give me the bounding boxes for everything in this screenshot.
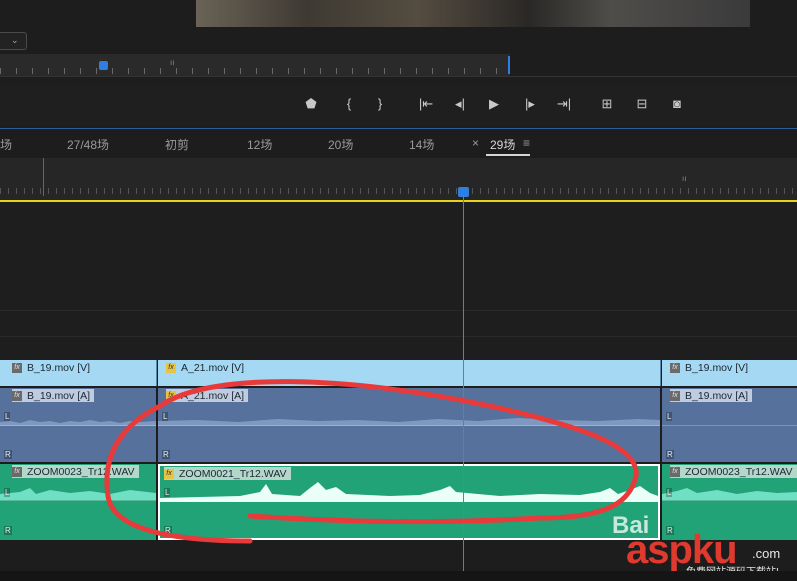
fx-icon: fx bbox=[670, 362, 680, 373]
monitor-ruler-ticks bbox=[0, 68, 510, 74]
video-track-empty[interactable] bbox=[0, 311, 797, 337]
monitor-playhead[interactable] bbox=[99, 61, 108, 70]
lift-icon[interactable]: ⊞ bbox=[597, 95, 617, 113]
tab-20[interactable]: 20场 bbox=[328, 136, 353, 153]
tab-rough-cut[interactable]: 初剪 bbox=[165, 136, 189, 153]
clip-name: B_19.mov [A] bbox=[27, 389, 91, 402]
red-annotation-circle bbox=[104, 379, 639, 544]
fx-icon: fx bbox=[670, 390, 680, 401]
extract-icon[interactable]: ⊟ bbox=[632, 95, 652, 113]
clip-name: B_19.mov [V] bbox=[27, 361, 91, 374]
tab-27-48[interactable]: 27/48场 bbox=[67, 136, 109, 153]
aspku-logo-suffix: .com bbox=[752, 546, 781, 561]
mark-in-icon[interactable]: { bbox=[343, 95, 355, 113]
timeline-ruler-ticks bbox=[0, 188, 797, 194]
clip-name: B_19.mov [V] bbox=[685, 361, 749, 374]
right-channel-label: R bbox=[4, 450, 12, 459]
timeline-scrollbar[interactable] bbox=[0, 571, 797, 581]
monitor-ruler-marker: ıı bbox=[170, 58, 175, 67]
export-frame-icon[interactable]: ◙ bbox=[668, 95, 686, 113]
fx-icon: fx bbox=[670, 466, 680, 477]
sequence-tabs bbox=[0, 128, 797, 157]
fx-icon: fx bbox=[12, 390, 22, 401]
mark-out-icon[interactable]: } bbox=[374, 95, 386, 113]
left-channel-label: L bbox=[4, 488, 11, 497]
step-forward-icon[interactable]: |▸ bbox=[521, 95, 539, 113]
add-marker-icon[interactable]: ⬟ bbox=[304, 95, 318, 113]
clip-name: A_21.mov [V] bbox=[181, 361, 245, 374]
waveform bbox=[662, 488, 797, 500]
fx-icon: fx bbox=[166, 362, 176, 373]
audio-clip[interactable]: fx B_19.mov [A] L R bbox=[662, 388, 797, 462]
ruler-major-tick bbox=[43, 158, 44, 196]
channel-divider bbox=[662, 500, 797, 501]
right-channel-label: R bbox=[4, 526, 12, 535]
clip-name: ZOOM0023_Tr12.WAV bbox=[685, 465, 793, 478]
timeline-ruler-marker: ıı bbox=[682, 174, 687, 183]
video-clip[interactable]: fx B_19.mov [V] bbox=[662, 360, 797, 386]
right-channel-label: R bbox=[666, 450, 674, 459]
video-track-empty[interactable] bbox=[0, 202, 797, 311]
chevron-down-icon: ⌄ bbox=[11, 35, 19, 45]
active-tab-indicator bbox=[486, 154, 530, 156]
tab-menu-icon[interactable]: ≡ bbox=[523, 136, 530, 150]
fx-icon: fx bbox=[12, 466, 22, 477]
channel-divider bbox=[662, 425, 797, 426]
play-icon[interactable]: ▶ bbox=[486, 95, 502, 113]
go-to-out-icon[interactable]: ⇥| bbox=[554, 95, 574, 113]
tab-close-icon[interactable]: × bbox=[472, 136, 479, 150]
tab-29[interactable]: 29场 bbox=[490, 136, 515, 153]
go-to-in-icon[interactable]: |⇤ bbox=[416, 95, 436, 113]
left-channel-label: L bbox=[666, 412, 673, 421]
program-monitor-video bbox=[196, 0, 750, 27]
tab-partial[interactable]: 场 bbox=[0, 136, 12, 153]
video-track-empty[interactable] bbox=[0, 337, 797, 361]
monitor-out-point bbox=[508, 56, 510, 74]
step-back-icon[interactable]: ◂| bbox=[451, 95, 469, 113]
fx-icon: fx bbox=[12, 362, 22, 373]
left-channel-label: L bbox=[666, 488, 673, 497]
left-channel-label: L bbox=[4, 412, 11, 421]
zoom-level-dropdown[interactable]: ⌄ bbox=[0, 32, 27, 50]
clip-name: B_19.mov [A] bbox=[685, 389, 749, 402]
tab-14[interactable]: 14场 bbox=[409, 136, 434, 153]
tab-12[interactable]: 12场 bbox=[247, 136, 272, 153]
